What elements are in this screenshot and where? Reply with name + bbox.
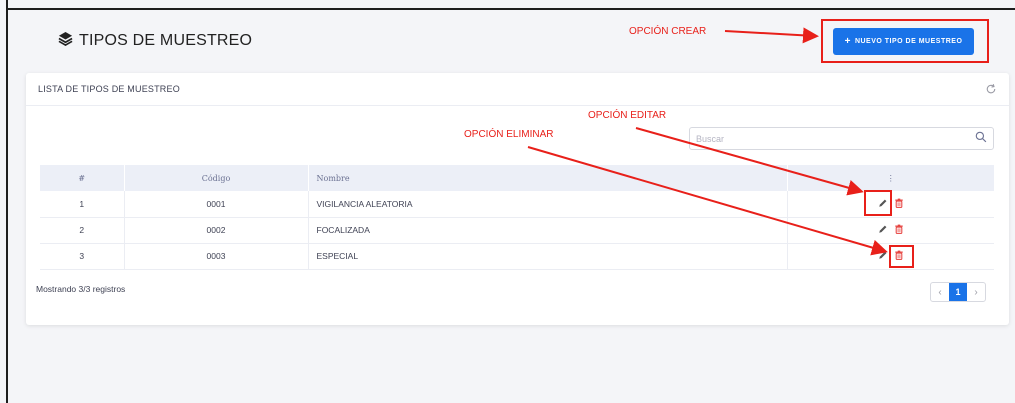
cell-name: VIGILANCIA ALEATORIA	[308, 191, 788, 217]
pager-prev-button[interactable]: ‹	[931, 283, 949, 301]
cell-code: 0002	[124, 217, 309, 243]
refresh-icon[interactable]	[985, 83, 997, 95]
cell-code: 0001	[124, 191, 309, 217]
edit-pencil-icon[interactable]	[878, 250, 888, 262]
delete-trash-icon[interactable]	[894, 224, 904, 236]
frame-border-left	[6, 0, 8, 403]
column-header-number[interactable]: #	[40, 165, 125, 191]
card-title: LISTA DE TIPOS DE MUESTREO	[38, 84, 180, 94]
cell-actions	[787, 217, 994, 243]
frame-border-top	[6, 8, 1015, 10]
edit-pencil-icon[interactable]	[878, 224, 888, 236]
cell-code: 0003	[124, 243, 309, 269]
cell-number: 2	[40, 217, 125, 243]
search-input[interactable]	[696, 133, 956, 144]
annotation-create-box	[821, 19, 989, 63]
sampling-types-table: # Código Nombre ⋮ 1 0001 VIGILANCIA ALEA…	[40, 165, 994, 270]
card-header: LISTA DE TIPOS DE MUESTREO	[26, 73, 1009, 106]
page-title-text: TIPOS DE MUESTREO	[79, 32, 253, 49]
cell-number: 1	[40, 191, 125, 217]
pager-page-1[interactable]: 1	[949, 283, 967, 301]
table-row: 1 0001 VIGILANCIA ALEATORIA	[40, 191, 994, 217]
search-icon[interactable]	[975, 130, 987, 148]
annotation-delete-label: OPCIÓN ELIMINAR	[464, 129, 554, 140]
cell-number: 3	[40, 243, 125, 269]
table-row: 3 0003 ESPECIAL	[40, 243, 994, 269]
column-header-code[interactable]: Código	[124, 165, 309, 191]
annotation-edit-box	[864, 190, 892, 216]
table-header-row: # Código Nombre ⋮	[40, 165, 994, 191]
sampling-types-card: LISTA DE TIPOS DE MUESTREO # Código Nomb…	[26, 73, 1009, 325]
column-header-actions[interactable]: ⋮	[787, 165, 994, 191]
records-count: Mostrando 3/3 registros	[36, 284, 126, 294]
delete-trash-icon[interactable]	[894, 198, 904, 210]
search-field[interactable]	[689, 127, 994, 150]
table-row: 2 0002 FOCALIZADA	[40, 217, 994, 243]
annotation-edit-label: OPCIÓN EDITAR	[588, 110, 667, 121]
arrow-to-create	[724, 27, 819, 44]
cell-name: ESPECIAL	[308, 243, 788, 269]
cell-name: FOCALIZADA	[308, 217, 788, 243]
pagination: ‹ 1 ›	[930, 282, 986, 302]
annotation-create-label: OPCIÓN CREAR	[629, 26, 707, 37]
annotation-delete-box	[889, 245, 914, 268]
pager-next-button[interactable]: ›	[967, 283, 985, 301]
column-header-name[interactable]: Nombre	[308, 165, 788, 191]
layers-icon	[58, 31, 73, 51]
page-title: TIPOS DE MUESTREO	[58, 30, 252, 52]
